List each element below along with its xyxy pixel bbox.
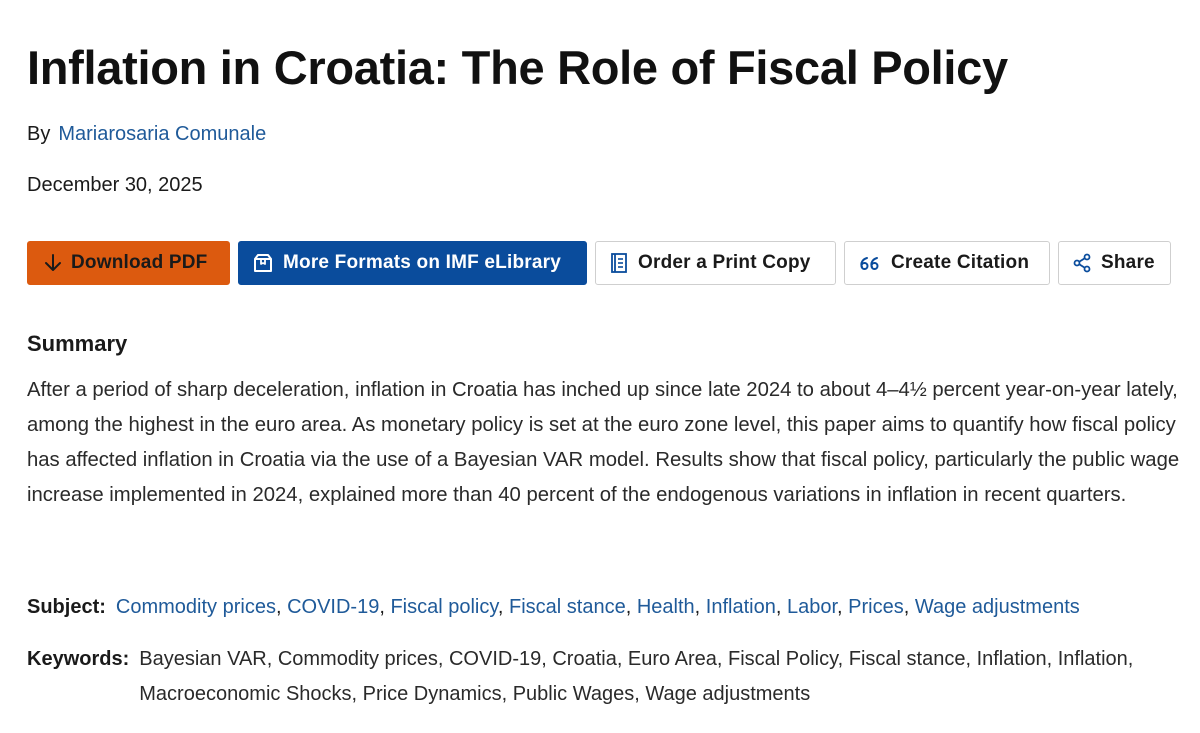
more-formats-button[interactable]: More Formats on IMF eLibrary [238,241,587,285]
keywords-row: Keywords: Bayesian VAR, Commodity prices… [27,642,1187,712]
subject-link[interactable]: Fiscal stance [509,596,626,618]
quote-icon [860,257,879,270]
share-icon [1073,253,1091,273]
arrow-down-icon [45,254,61,271]
book-icon [611,253,627,273]
subject-separator: , [275,596,288,618]
subject-row: Subject: Commodity prices, COVID-19, Fis… [27,590,1080,625]
subject-separator: , [837,596,849,618]
author-link[interactable]: Mariarosaria Comunale [58,123,266,145]
box-icon [254,254,272,272]
subject-link[interactable]: Fiscal policy [390,596,497,618]
summary-text: After a period of sharp deceleration, in… [27,379,1180,506]
keywords-label: Keywords: [27,648,130,670]
share-label: Share [1101,252,1155,273]
subject-label: Subject: [27,596,106,618]
action-bar: Download PDF More Formats on IMF eLibrar… [27,241,1171,285]
subject-separator: , [497,596,510,618]
subject-separator: , [379,596,391,618]
more-formats-label: More Formats on IMF eLibrary [283,252,561,273]
subject-link[interactable]: Health [637,596,695,618]
create-citation-button[interactable]: Create Citation [844,241,1050,285]
subject-separator: , [903,596,915,618]
subject-separator: , [694,596,706,618]
subject-separator: , [625,596,637,618]
subject-separator: , [775,596,787,618]
subject-link[interactable]: Wage adjustments [915,596,1080,618]
keywords-text: Bayesian VAR, Commodity prices, COVID-19… [139,648,1134,705]
order-print-copy-button[interactable]: Order a Print Copy [595,241,836,285]
subject-link[interactable]: Prices [848,596,904,618]
subject-link[interactable]: Commodity prices [116,596,276,618]
subject-list: Commodity prices, COVID-19, Fiscal polic… [116,590,1080,625]
publication-date: December 30, 2025 [27,174,203,196]
page-title: Inflation in Croatia: The Role of Fiscal… [27,41,1008,94]
order-print-copy-label: Order a Print Copy [638,252,811,273]
byline: By Mariarosaria Comunale [27,121,266,147]
subject-link[interactable]: Inflation [706,596,776,618]
subject-link[interactable]: COVID-19 [287,596,379,618]
download-pdf-label: Download PDF [71,252,208,273]
byline-label: By [27,123,51,145]
create-citation-label: Create Citation [891,252,1030,273]
share-button[interactable]: Share [1058,241,1171,285]
download-pdf-button[interactable]: Download PDF [27,241,230,285]
summary-heading: Summary [27,331,128,356]
subject-link[interactable]: Labor [787,596,837,618]
